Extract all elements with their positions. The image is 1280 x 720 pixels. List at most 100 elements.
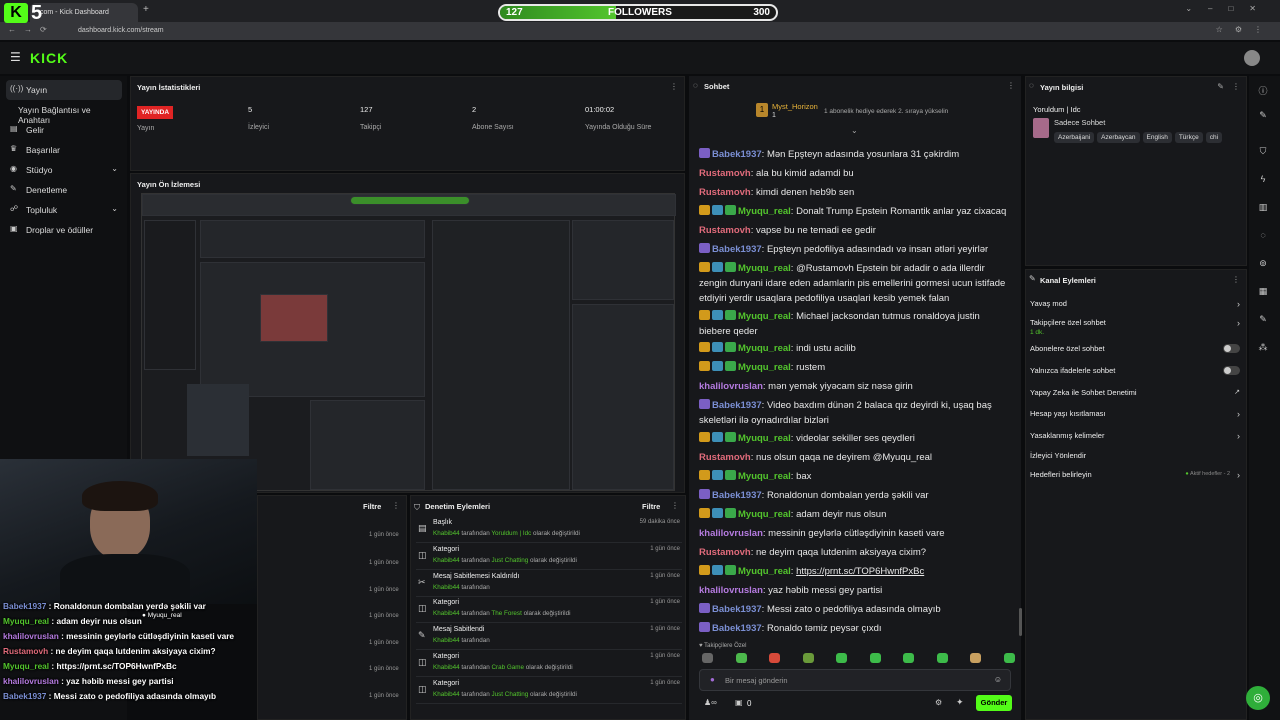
emote-icon[interactable] xyxy=(769,653,780,663)
edit-icon[interactable]: ✎ xyxy=(1217,82,1224,91)
sidebar-item-community[interactable]: ☍ Topluluk ⌄ xyxy=(6,200,122,220)
ai-mod-row[interactable]: Yapay Zeka ile Sohbet Denetimi ↗ xyxy=(1030,388,1240,400)
layout-icon[interactable]: ▦ xyxy=(1256,286,1270,300)
chat-icon[interactable]: ◌ xyxy=(1256,230,1270,244)
chat-username[interactable]: Myuqu_real xyxy=(738,263,791,274)
nodes-icon[interactable]: ⁂ xyxy=(1256,342,1270,356)
wrench-icon[interactable]: ✎ xyxy=(1256,314,1270,328)
goals-row[interactable]: Hedefleri belirleyin ● Aktif hedefler - 2… xyxy=(1030,470,1240,482)
chat-username[interactable]: Rustamovh xyxy=(699,225,751,236)
moderation-row[interactable]: ✂ Mesaj Sabitlemesi Kaldırıldı Khabib44 ta… xyxy=(416,571,682,597)
moderation-user[interactable]: Khabib44 xyxy=(433,584,460,591)
emote-icon[interactable] xyxy=(836,653,847,663)
browser-toolbar-icons[interactable]: ☆⚙⋮ xyxy=(1216,25,1274,34)
nav-buttons-icon[interactable]: ←→⟳ xyxy=(8,25,55,34)
browser-tab[interactable]: com - Kick Dashboard xyxy=(30,3,138,22)
broadcast-icon[interactable]: ⊚ xyxy=(1256,258,1270,272)
chat-scrollbar[interactable] xyxy=(1019,608,1022,636)
send-button[interactable]: Gönder xyxy=(976,695,1012,711)
chat-username[interactable]: Myuqu_real xyxy=(738,311,791,322)
emote-icon[interactable] xyxy=(903,653,914,663)
more-icon[interactable]: ⋮ xyxy=(1232,82,1240,91)
emote-icon[interactable] xyxy=(1003,653,1015,663)
chat-username[interactable]: Myuqu_real xyxy=(738,206,791,217)
chat-username[interactable]: Babek1937 xyxy=(712,400,762,411)
slow-mode-row[interactable]: Yavaş mod › xyxy=(1030,299,1240,311)
help-icon[interactable]: ◎ xyxy=(1246,686,1270,710)
chat-username[interactable]: Myuqu_real xyxy=(738,433,791,444)
moderation-user[interactable]: Khabib44 xyxy=(433,530,460,537)
chat-username[interactable]: khalilovruslan xyxy=(699,528,763,539)
more-icon[interactable]: ⋮ xyxy=(1232,275,1240,284)
chat-username[interactable]: Myuqu_real xyxy=(738,566,791,577)
chat-username[interactable]: Rustamovh xyxy=(699,168,751,179)
moderation-user[interactable]: Khabib44 xyxy=(433,610,460,617)
shield-icon[interactable]: ⛉ xyxy=(1256,146,1270,160)
moderation-row[interactable]: ▤ Başlık Khabib44 tarafından Yoruldum | Id… xyxy=(416,517,682,543)
sidebar-item-income[interactable]: ▤ Gelir xyxy=(6,120,122,140)
moderation-user[interactable]: Khabib44 xyxy=(433,691,460,698)
emote-icon[interactable] xyxy=(970,653,981,663)
window-controls[interactable]: ⌄–□✕ xyxy=(1185,4,1272,13)
emote-icon[interactable] xyxy=(869,653,881,663)
chat-username[interactable]: khalilovruslan xyxy=(699,381,763,392)
mic-icon[interactable]: ● xyxy=(710,675,715,684)
url-field[interactable]: dashboard.kick.com/stream xyxy=(68,25,1168,38)
sidebar-item-studio[interactable]: ◉ Stüdyo ⌄ xyxy=(6,160,122,180)
emoji-icon[interactable]: ☺ xyxy=(994,675,1002,684)
emote-icon[interactable] xyxy=(702,653,713,663)
new-tab-icon[interactable]: + xyxy=(143,4,149,15)
followers-chat-row[interactable]: Takipçilere özel sohbet 1 dk. › xyxy=(1030,318,1240,338)
filter-button[interactable]: Filtre xyxy=(363,502,381,511)
chat-username[interactable]: Myuqu_real xyxy=(738,343,791,354)
moderation-row[interactable]: ◫ Kategori Khabib44 tarafından Just Chatti… xyxy=(416,678,682,704)
chat-username[interactable]: khalilovruslan xyxy=(699,585,763,596)
points-icon[interactable]: ▣ xyxy=(735,698,743,707)
moderation-row[interactable]: ◫ Kategori Khabib44 tarafından The Forest … xyxy=(416,597,682,624)
sidebar-item-moderation[interactable]: ✎ Denetleme xyxy=(6,180,122,200)
moderation-user[interactable]: Khabib44 xyxy=(433,637,460,644)
chat-username[interactable]: Babek1937 xyxy=(712,623,762,634)
chat-username[interactable]: Babek1937 xyxy=(712,244,762,255)
bolt-icon[interactable]: ϟ xyxy=(1256,174,1270,188)
chat-username[interactable]: Rustamovh xyxy=(699,187,751,198)
sidebar-item-drops[interactable]: ▣ Droplar ve ödüller xyxy=(6,220,122,240)
chat-username[interactable]: Myuqu_real xyxy=(738,471,791,482)
chat-input[interactable]: ● Bir mesaj gönderin ☺ xyxy=(699,669,1011,691)
banned-words-row[interactable]: Yasaklanmış kelimeler › xyxy=(1030,431,1240,443)
menu-icon[interactable]: ☰ xyxy=(10,50,21,64)
pinned-user[interactable]: Myst_Horizon xyxy=(772,102,818,111)
more-icon[interactable]: ⋮ xyxy=(671,501,679,510)
emote-icon[interactable] xyxy=(936,653,948,663)
more-icon[interactable]: ⋮ xyxy=(670,82,678,91)
clipboard-icon[interactable]: ▥ xyxy=(1256,202,1270,216)
moderation-row[interactable]: ✎ Mesaj Sabitlendi Khabib44 tarafından 1 gü… xyxy=(416,624,682,651)
emote-chat-toggle[interactable] xyxy=(1223,366,1240,375)
edit-icon[interactable]: ✎ xyxy=(1256,110,1270,124)
chat-username[interactable]: Babek1937 xyxy=(712,490,762,501)
kick-logo[interactable]: KICK xyxy=(30,50,68,66)
chat-username[interactable]: Myuqu_real xyxy=(738,509,791,520)
chat-username[interactable]: Babek1937 xyxy=(712,149,762,160)
chat-username[interactable]: Babek1937 xyxy=(712,604,762,615)
users-icon[interactable]: ♟∞ xyxy=(704,698,717,707)
gear-icon[interactable]: ⚙ xyxy=(935,698,942,707)
subs-chat-toggle[interactable] xyxy=(1223,344,1240,353)
more-icon[interactable]: ⋮ xyxy=(392,501,400,510)
info-icon[interactable]: ⓘ xyxy=(1256,84,1270,98)
filter-button[interactable]: Filtre xyxy=(642,502,660,511)
chat-username[interactable]: Myuqu_real xyxy=(738,362,791,373)
chat-username[interactable]: Rustamovh xyxy=(699,547,751,558)
sidebar-item-stream-key[interactable]: Yayın Bağlantısı ve Anahtarı xyxy=(6,100,122,125)
category-name[interactable]: Sadece Sohbet xyxy=(1054,118,1105,127)
chat-username[interactable]: Rustamovh xyxy=(699,452,751,463)
age-limit-row[interactable]: Hesap yaşı kısıtlaması › xyxy=(1030,409,1240,421)
moderation-user[interactable]: Khabib44 xyxy=(433,557,460,564)
moderation-user[interactable]: Khabib44 xyxy=(433,664,460,671)
chevron-down-icon[interactable]: ⌄ xyxy=(851,126,858,135)
sparkle-icon[interactable]: ✦ xyxy=(956,697,964,708)
sidebar-item-stream[interactable]: ((·)) Yayın xyxy=(6,80,122,100)
sidebar-item-achievements[interactable]: ♛ Başarılar xyxy=(6,140,122,160)
moderation-row[interactable]: ◫ Kategori Khabib44 tarafından Crab Game o… xyxy=(416,651,682,677)
avatar[interactable] xyxy=(1244,50,1260,66)
